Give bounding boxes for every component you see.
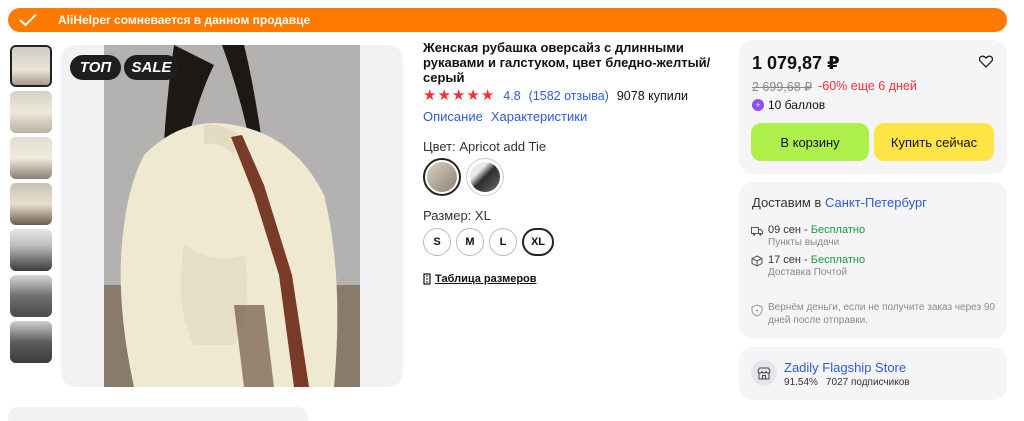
price-card: 1 079,87 ₽ 2 699,68 ₽ -60% еще 6 дней + … — [739, 40, 1007, 174]
delivery-option: 17 сен - Бесплатно Доставка Почтой — [751, 254, 865, 278]
store-icon — [751, 360, 777, 386]
delivery-option: 09 сен - Бесплатно Пункты выдачи — [751, 224, 865, 248]
size-options: S M L XL — [423, 228, 554, 256]
store-meta: 91.54% 7027 подписчиков — [784, 377, 910, 388]
star-icon: ★ — [423, 87, 437, 104]
add-to-cart-button[interactable]: В корзину — [751, 123, 869, 161]
sale-badge: SALE — [124, 55, 179, 80]
box-icon — [751, 255, 763, 267]
thumbnail-2[interactable] — [10, 91, 52, 133]
shield-icon — [751, 304, 763, 317]
old-price-row: 2 699,68 ₽ -60% еще 6 дней — [752, 79, 917, 94]
delivery-method: Пункты выдачи — [768, 237, 840, 248]
size-option-xl[interactable]: XL — [522, 228, 554, 256]
old-price: 2 699,68 ₽ — [752, 80, 813, 94]
delivery-prefix: Доставим в — [752, 195, 822, 210]
refund-note: Вернём деньги, если не получите заказ че… — [751, 301, 996, 327]
seller-warning-banner[interactable]: AliHelper сомневается в данном продавце — [8, 8, 1007, 32]
points-row: + 10 баллов — [752, 98, 825, 112]
product-photo — [104, 45, 360, 387]
reviews-link[interactable]: (1582 отзыва) — [529, 89, 609, 103]
store-card[interactable]: Zadily Flagship Store 91.54% 7027 подпис… — [739, 347, 1007, 400]
top-badge: ТОП — [70, 55, 121, 80]
color-swatches — [423, 158, 504, 196]
delivery-header: Доставим в Санкт-Петербург — [752, 195, 927, 210]
delivery-card: Доставим в Санкт-Петербург 09 сен - Бесп… — [739, 182, 1007, 339]
delivery-price: Бесплатно — [810, 254, 866, 266]
buy-now-button[interactable]: Купить сейчас — [874, 123, 994, 161]
rating-score[interactable]: 4.8 — [503, 89, 520, 103]
size-option-m[interactable]: M — [456, 228, 484, 256]
heart-icon[interactable] — [978, 55, 994, 73]
delivery-city-link[interactable]: Санкт-Петербург — [825, 195, 927, 210]
delivery-price: Бесплатно — [810, 224, 866, 236]
star-icon: ★ — [451, 87, 466, 104]
thumbnail-4[interactable] — [10, 183, 52, 225]
rating-row: ★ ★ ★ ★ ★ 4.8 (1582 отзыва) 9078 купили — [423, 87, 689, 104]
delivery-method: Доставка Почтой — [768, 267, 848, 278]
delivery-date: 09 сен — [768, 224, 801, 236]
check-icon — [18, 10, 38, 30]
store-subscribers: 7027 подписчиков — [825, 377, 910, 388]
thumbnail-7[interactable] — [10, 321, 52, 363]
points-icon: + — [752, 99, 764, 111]
tab-characteristics[interactable]: Характеристики — [491, 109, 587, 124]
bottom-section-stub — [8, 407, 308, 421]
star-icon: ★ — [480, 87, 495, 104]
points-text: 10 баллов — [768, 98, 826, 112]
color-swatch-apricot[interactable] — [423, 158, 461, 196]
product-title: Женская рубашка оверсайз с длинными рука… — [423, 40, 711, 85]
ruler-icon — [423, 273, 431, 285]
size-table-text: Таблица размеров — [435, 273, 537, 285]
color-swatch-grey[interactable] — [466, 158, 504, 196]
size-option-s[interactable]: S — [423, 228, 451, 256]
main-product-image[interactable]: ТОП SALE — [61, 45, 403, 387]
thumbnail-5[interactable] — [10, 229, 52, 271]
delivery-separator: - — [800, 224, 811, 236]
tab-description[interactable]: Описание — [423, 109, 483, 124]
product-tabs: Описание Характеристики — [423, 109, 587, 124]
color-label: Цвет: Apricot add Tie — [423, 139, 547, 154]
current-price: 1 079,87 ₽ — [752, 53, 840, 73]
delivery-date: 17 сен — [768, 254, 801, 266]
thumbnail-list — [10, 45, 52, 367]
size-table-link[interactable]: Таблица размеров — [423, 273, 537, 285]
star-icon: ★ — [437, 87, 451, 104]
truck-icon — [751, 227, 763, 236]
store-name-link[interactable]: Zadily Flagship Store — [784, 360, 906, 375]
discount-text: -60% еще 6 дней — [818, 79, 917, 93]
store-rating: 91.54% — [784, 377, 818, 388]
thumbnail-3[interactable] — [10, 137, 52, 179]
refund-text: Вернём деньги, если не получите заказ че… — [768, 302, 995, 326]
purchases-count: 9078 купили — [616, 89, 689, 103]
size-option-l[interactable]: L — [489, 228, 517, 256]
rating-stars: ★ ★ ★ ★ ★ — [423, 87, 495, 104]
thumbnail-6[interactable] — [10, 275, 52, 317]
delivery-separator: - — [800, 254, 811, 266]
thumbnail-1[interactable] — [10, 45, 52, 87]
banner-text: AliHelper сомневается в данном продавце — [58, 13, 311, 27]
star-icon: ★ — [466, 87, 480, 104]
size-label: Размер: XL — [423, 208, 491, 223]
